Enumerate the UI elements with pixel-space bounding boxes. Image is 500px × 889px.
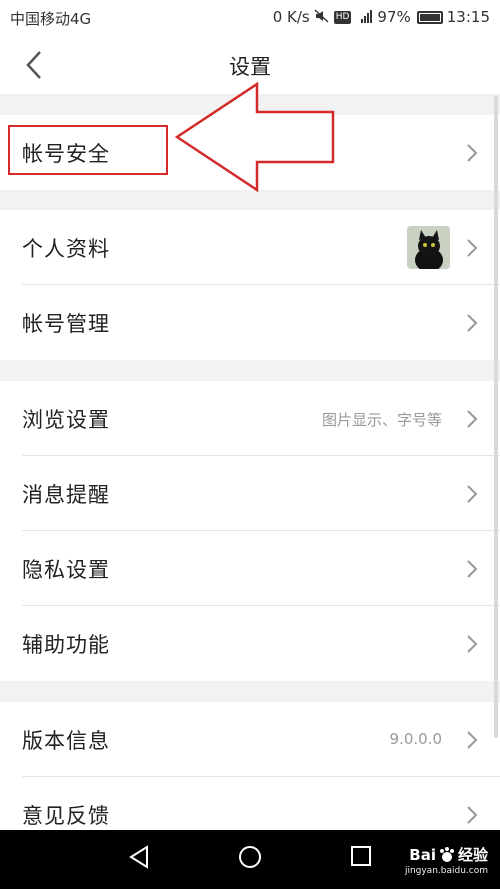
row-label: 辅助功能 [22,633,110,657]
row-label: 个人资料 [22,237,110,261]
nav-home-icon[interactable] [238,845,262,869]
settings-row-privacy[interactable]: 隐私设置 [0,531,500,606]
watermark-brand: Bai [409,845,436,864]
status-bar: 中国移动4G 0 K/s HD 97% 13:15 [0,0,500,36]
carrier-label: 中国移动4G [10,10,92,28]
paw-icon [439,846,454,862]
row-value: 图片显示、字号等 [321,411,442,429]
chevron-right-icon [467,635,478,653]
hd-icon: HD [333,10,352,24]
system-nav-bar: Bai 经验 jingyan.baidu.com [0,830,500,889]
settings-row-browse[interactable]: 浏览设置 图片显示、字号等 [0,381,500,456]
chevron-right-icon [467,560,478,578]
settings-row-notifications[interactable]: 消息提醒 [0,456,500,531]
avatar [407,226,450,269]
chevron-right-icon [467,731,478,749]
row-label: 隐私设置 [22,558,110,582]
chevron-right-icon [467,314,478,332]
chevron-right-icon [467,144,478,162]
page-title: 设置 [229,55,271,79]
chevron-right-icon [467,239,478,257]
baidu-watermark: Bai 经验 jingyan.baidu.com [405,844,488,877]
network-speed: 0 K/s [272,8,310,26]
row-label: 意见反馈 [22,804,110,828]
scrollbar[interactable] [494,96,498,738]
row-label: 帐号管理 [22,312,110,336]
status-right: 0 K/s HD 97% 13:15 [273,8,490,26]
settings-row-profile[interactable]: 个人资料 [0,210,500,285]
watermark-suffix: 经验 [457,846,488,864]
settings-row-account-manage[interactable]: 帐号管理 [0,285,500,360]
version-value: 9.0.0.0 [389,730,442,748]
battery-icon [416,10,443,24]
signal-icon [355,9,373,26]
annotation-arrow-icon [175,82,335,192]
chevron-right-icon [467,485,478,503]
battery-percent: 97% [377,8,411,26]
mute-icon [314,8,330,26]
row-label: 浏览设置 [22,408,110,432]
annotation-highlight-box [8,125,168,175]
chevron-right-icon [467,410,478,428]
settings-row-version[interactable]: 版本信息 9.0.0.0 [0,702,500,777]
row-label: 版本信息 [22,729,110,753]
chevron-right-icon [467,806,478,824]
nav-recents-icon[interactable] [350,845,372,867]
row-label: 消息提醒 [22,483,110,507]
nav-back-icon[interactable] [128,845,150,869]
settings-row-accessibility[interactable]: 辅助功能 [0,606,500,681]
clock: 13:15 [446,8,490,26]
watermark-sub: jingyan.baidu.com [404,866,488,876]
